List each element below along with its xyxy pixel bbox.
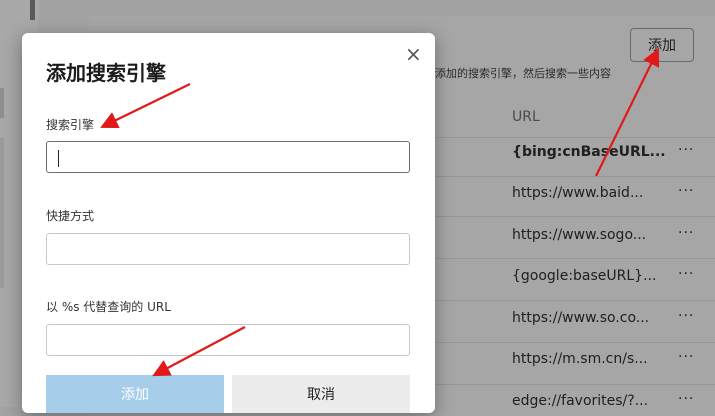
more-actions-icon[interactable]: ··· bbox=[678, 391, 694, 407]
search-engines-description: 要添加的搜索引擎，然后搜索一些内容 bbox=[424, 67, 611, 80]
engine-row: edge://favorites/?... ··· bbox=[512, 391, 702, 413]
url-column-header: URL bbox=[512, 109, 540, 125]
url-label: 以 %s 代替查询的 URL bbox=[46, 300, 171, 314]
engine-row: https://m.sm.cn/s... ··· bbox=[512, 349, 702, 371]
engine-row: https://www.sogo... ··· bbox=[512, 225, 702, 247]
more-actions-icon[interactable]: ··· bbox=[678, 183, 694, 199]
cancel-button[interactable]: 取消 bbox=[232, 375, 410, 413]
engine-url: {google:baseURL}... bbox=[512, 268, 657, 284]
engine-url: {bing:cnBaseURL... bbox=[512, 144, 666, 160]
engine-row: https://www.so.co... ··· bbox=[512, 308, 702, 330]
more-actions-icon[interactable]: ··· bbox=[678, 225, 694, 241]
add-button[interactable]: 添加 bbox=[46, 375, 224, 413]
engine-url: https://www.so.co... bbox=[512, 310, 650, 326]
shortcut-label: 快捷方式 bbox=[46, 209, 95, 223]
more-actions-icon[interactable]: ··· bbox=[678, 142, 694, 158]
text-caret bbox=[58, 150, 59, 167]
engine-url: https://www.sogo... bbox=[512, 227, 647, 243]
search-engine-label: 搜索引擎 bbox=[46, 118, 95, 132]
add-search-engine-button[interactable]: 添加 bbox=[630, 28, 694, 62]
more-actions-icon[interactable]: ··· bbox=[678, 266, 694, 282]
nav-tab-edge[interactable] bbox=[0, 88, 4, 118]
search-engine-input[interactable] bbox=[46, 141, 410, 173]
add-search-engine-dialog: 添加搜索引擎 × 搜索引擎 快捷方式 以 %s 代替查询的 URL 添加 取消 bbox=[22, 33, 435, 413]
close-icon[interactable]: × bbox=[405, 44, 422, 64]
engine-row: {bing:cnBaseURL... ··· bbox=[512, 142, 702, 164]
more-actions-icon[interactable]: ··· bbox=[678, 349, 694, 365]
engine-row: https://www.baid... ··· bbox=[512, 183, 702, 205]
more-actions-icon[interactable]: ··· bbox=[678, 308, 694, 324]
dialog-title: 添加搜索引擎 bbox=[46, 61, 166, 85]
nav-tab-edge-2[interactable] bbox=[0, 138, 4, 288]
url-input[interactable] bbox=[46, 324, 410, 356]
shortcut-input[interactable] bbox=[46, 233, 410, 265]
engine-url: https://www.baid... bbox=[512, 185, 644, 201]
engine-row: {google:baseURL}... ··· bbox=[512, 266, 702, 288]
nav-scroll-indicator bbox=[30, 0, 35, 20]
engine-url: https://m.sm.cn/s... bbox=[512, 351, 648, 367]
